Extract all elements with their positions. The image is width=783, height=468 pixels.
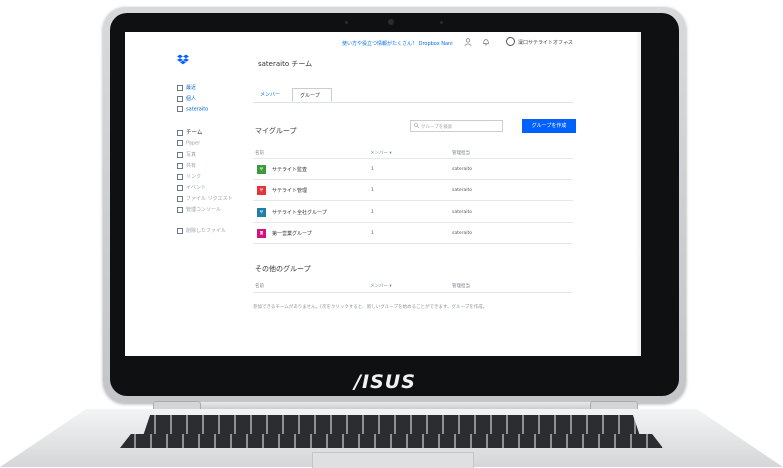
sidebar-item-team[interactable]: チーム [177,128,202,136]
other-groups-title: その他のグループ [255,265,311,273]
group-admin: sateraito [452,167,473,172]
team-icon [177,129,183,136]
divider [253,243,573,244]
column-header-name[interactable]: 名前 [255,283,264,289]
group-name[interactable]: サテライト全社グループ [272,209,327,216]
page-title: sateraito チーム [258,60,313,68]
group-admin: sateraito [452,210,473,215]
column-header-name[interactable]: 名前 [255,150,264,156]
group-avatar: サ [257,208,266,217]
my-groups-title: マイグループ [255,127,297,135]
avatar[interactable] [506,37,515,46]
sidebar-item-paper[interactable]: Paper [177,140,200,147]
sidebar-item-recent[interactable]: 最近 [177,84,196,91]
dropbox-tips-link[interactable]: 使い方や役立つ情報がたくさん！ Dropbox Nani [342,40,453,47]
group-name[interactable]: サテライト監査 [272,166,307,173]
share-icon [177,162,183,169]
create-group-button[interactable]: グループを作成 [522,119,576,133]
column-header-admin[interactable]: 管理担当 [452,283,470,289]
link-icon [177,173,183,180]
search-placeholder: グループを検索 [421,125,453,130]
screen-edge-shade [635,32,641,356]
paper-icon [177,140,183,146]
group-avatar: サ [257,165,266,174]
divider [253,222,573,223]
divider [253,102,573,103]
column-header-members[interactable]: メンバー ▾ [370,283,392,289]
dropbox-logo-icon[interactable] [177,54,189,66]
sidebar-item-file-requests[interactable]: ファイル リクエスト [177,195,233,202]
group-member-count: 1 [371,231,374,236]
bell-icon[interactable] [482,38,490,46]
group-name[interactable]: サテライト管理 [272,187,307,194]
clock-icon [177,84,183,91]
webcam [388,19,394,25]
person-icon[interactable] [464,38,472,46]
divider [253,292,573,293]
person-folder-icon [177,95,183,102]
group-member-count: 1 [371,167,374,172]
trash-icon [177,227,183,234]
group-avatar: サ [257,186,266,195]
sidebar-item-sharing[interactable]: 共有 [177,162,196,169]
calendar-icon [177,184,183,191]
photo-icon [177,151,183,158]
group-admin: sateraito [452,231,473,236]
group-member-count: 1 [371,210,374,215]
sidebar-item-photos[interactable]: 写真 [177,151,196,158]
tab-members[interactable]: メンバー [253,88,293,102]
tab-groups[interactable]: グループ [292,88,332,102]
trackpad [312,452,474,468]
brand-logo: /ISUS [354,371,416,393]
divider [253,179,573,180]
ambient-sensor-right [440,21,443,24]
divider [253,158,573,159]
dropbox-team-page: 使い方や役立つ情報がたくさん！ Dropbox Nani 凜口サテライトオフィス… [125,32,641,356]
group-name[interactable]: 第一営業グループ [272,230,312,237]
sidebar-item-sateraito[interactable]: sateraito [177,106,208,113]
sidebar-item-deleted-files[interactable]: 削除したファイル [177,227,226,234]
folder-icon [177,106,183,112]
group-admin: sateraito [452,188,473,193]
sidebar-item-events[interactable]: イベント [177,184,206,191]
file-request-icon [177,195,183,202]
column-header-admin[interactable]: 管理担当 [452,150,470,156]
group-search-input[interactable]: グループを検索 [410,120,503,132]
empty-groups-message: 参加できるチームがありません。[次をクリックすると、新しいグループを始めることが… [253,305,488,310]
ambient-sensor-left [345,21,348,24]
gear-icon [177,206,183,213]
group-avatar: 第 [257,229,266,238]
sidebar-item-personal[interactable]: 個人 [177,95,196,102]
search-icon [414,123,419,128]
column-header-members[interactable]: メンバー ▾ [370,150,392,156]
divider [253,200,573,201]
sidebar-item-links[interactable]: リンク [177,173,201,180]
sidebar-item-admin-console[interactable]: 管理コンソール [177,206,221,213]
keyboard-row [120,434,663,448]
group-member-count: 1 [371,188,374,193]
chevron-down-icon[interactable]: ⌄ [565,39,569,45]
